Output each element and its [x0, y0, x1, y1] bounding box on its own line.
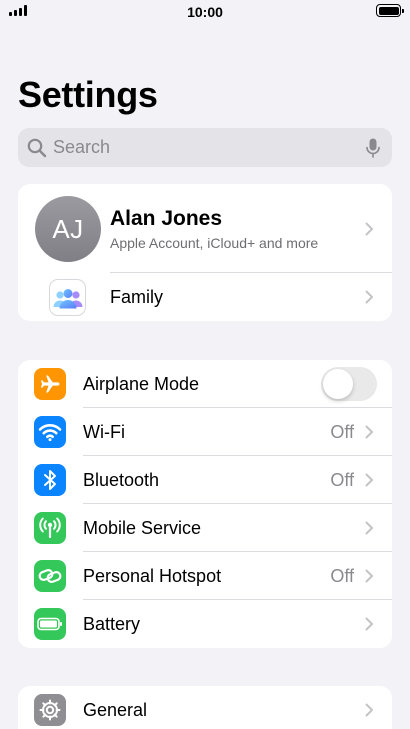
profile-group: AJ Alan Jones Apple Account, iCloud+ and… [18, 184, 392, 321]
battery-label: Battery [83, 613, 141, 634]
settings-row-airplane-mode[interactable]: Airplane Mode [18, 360, 392, 408]
settings-row-wifi[interactable]: Wi-Fi Off [18, 408, 392, 456]
microphone-icon[interactable] [366, 138, 380, 158]
chevron-right-icon [365, 521, 373, 535]
personal-hotspot-value: Off [330, 565, 354, 586]
search-bar[interactable] [18, 128, 392, 167]
avatar-initials: AJ [52, 213, 84, 244]
settings-row-mobile-service[interactable]: Mobile Service [18, 504, 392, 552]
account-row[interactable]: AJ Alan Jones Apple Account, iCloud+ and… [18, 184, 392, 273]
battery-icon [34, 608, 66, 640]
family-icon [49, 279, 86, 316]
settings-row-general[interactable]: General [18, 686, 392, 729]
bluetooth-value: Off [330, 469, 354, 490]
page-title: Settings [18, 74, 158, 115]
mobile-service-label: Mobile Service [83, 517, 202, 538]
toggle-knob [323, 369, 353, 399]
search-input[interactable] [53, 137, 353, 158]
chevron-right-icon [365, 425, 373, 439]
account-name: Alan Jones [110, 207, 223, 230]
connectivity-group: Airplane Mode Wi-Fi Off Bluetooth Off Mo… [18, 360, 392, 648]
family-row[interactable]: Family [18, 273, 392, 321]
chevron-right-icon [365, 703, 373, 717]
chevron-right-icon [365, 617, 373, 631]
account-subtitle: Apple Account, iCloud+ and more [110, 235, 319, 251]
settings-row-bluetooth[interactable]: Bluetooth Off [18, 456, 392, 504]
general-label: General [83, 699, 148, 720]
general-group: General [18, 686, 392, 729]
settings-row-battery[interactable]: Battery [18, 600, 392, 648]
chevron-right-icon [365, 473, 373, 487]
antenna-icon [34, 512, 66, 544]
search-icon [27, 138, 47, 157]
status-time: 10:00 [187, 4, 223, 20]
wifi-icon [34, 416, 66, 448]
chevron-right-icon [365, 569, 373, 583]
status-bar: 10:00 [0, 0, 410, 24]
wifi-value: Off [330, 421, 354, 442]
airplane-mode-label: Airplane Mode [83, 373, 200, 394]
personal-hotspot-label: Personal Hotspot [83, 565, 222, 586]
bluetooth-label: Bluetooth [83, 469, 160, 490]
avatar: AJ [35, 196, 101, 262]
bluetooth-icon [34, 464, 66, 496]
wifi-label: Wi-Fi [83, 421, 125, 442]
settings-row-personal-hotspot[interactable]: Personal Hotspot Off [18, 552, 392, 600]
battery-full-icon [376, 4, 404, 17]
airplane-icon [34, 368, 66, 400]
chevron-right-icon [365, 222, 373, 236]
chevron-right-icon [365, 290, 373, 304]
family-label: Family [110, 287, 163, 307]
link-icon [34, 560, 66, 592]
airplane-mode-toggle[interactable] [321, 367, 377, 401]
gear-icon [34, 694, 66, 726]
